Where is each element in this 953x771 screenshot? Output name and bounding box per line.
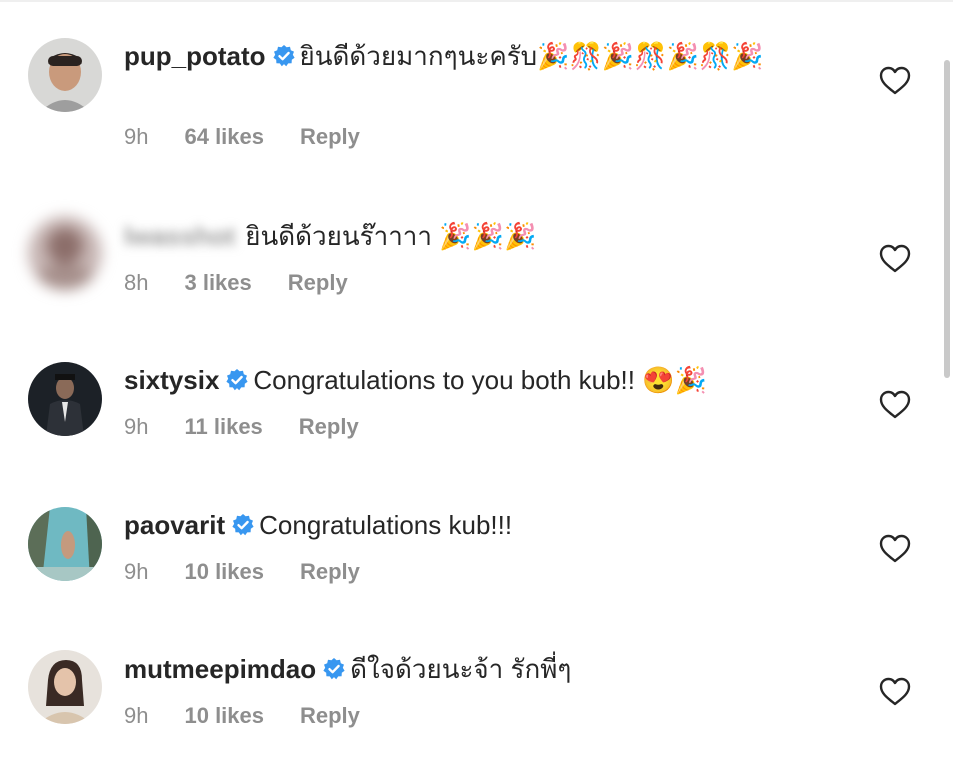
comment-username[interactable]: pup_potato (124, 41, 266, 71)
avatar[interactable] (28, 507, 102, 581)
heart-outline-icon[interactable] (879, 534, 911, 564)
comment-text: Congratulations to you both kub!! (253, 365, 635, 395)
comment-text: Congratulations kub!!! (259, 510, 513, 540)
comment-meta: 9h 11 likes Reply (124, 414, 395, 440)
comment-item: sixtysix Congratulations to you both kub!… (0, 330, 940, 475)
avatar[interactable] (28, 362, 102, 436)
comment-item: mutmeepimdao ดีใจด้วยนะจ้า รักพี่ๆ 9h 10 l… (0, 620, 940, 771)
comment-likes[interactable]: 10 likes (184, 703, 264, 728)
comment-meta: 9h 10 likes Reply (124, 559, 396, 585)
avatar[interactable] (28, 650, 102, 724)
comment-likes[interactable]: 11 likes (184, 414, 262, 439)
comment-item: pup_potato ยินดีด้วยมากๆนะครับ🎉🎊🎉🎊🎉🎊🎉 9h 6… (0, 0, 940, 170)
verified-badge-icon (322, 654, 346, 690)
comment-likes[interactable]: 64 likes (184, 124, 264, 149)
comment-time: 8h (124, 270, 149, 295)
comment-likes[interactable]: 10 likes (184, 559, 264, 584)
reply-button[interactable]: Reply (300, 703, 360, 728)
comment-time: 9h (124, 414, 149, 439)
comment-time: 9h (124, 559, 149, 584)
comment-username[interactable]: sixtysix (124, 365, 219, 395)
comment-text: ดีใจด้วยนะจ้า รักพี่ๆ (350, 654, 572, 684)
reply-button[interactable]: Reply (299, 414, 359, 439)
comment-emoji: 🎉🎊🎉🎊🎉🎊🎉 (537, 41, 764, 71)
reply-button[interactable]: Reply (300, 559, 360, 584)
heart-outline-icon[interactable] (879, 390, 911, 420)
comment-meta: 9h 64 likes Reply (124, 124, 396, 150)
comment-username[interactable]: paovarit (124, 510, 225, 540)
heart-outline-icon[interactable] (879, 677, 911, 707)
comment-text: ยินดีด้วยมากๆนะครับ (299, 41, 538, 71)
avatar[interactable] (28, 216, 102, 290)
scrollbar-thumb[interactable] (944, 60, 950, 378)
verified-badge-icon (225, 365, 249, 401)
comment-emoji: 🎉🎉🎉 (439, 221, 537, 251)
comment-time: 9h (124, 124, 149, 149)
reply-button[interactable]: Reply (288, 270, 348, 295)
comment-body: pup_potato ยินดีด้วยมากๆนะครับ🎉🎊🎉🎊🎉🎊🎉 (124, 38, 824, 77)
comment-username[interactable]: mutmeepimdao (124, 654, 316, 684)
avatar[interactable] (28, 38, 102, 112)
comment-body: paovarit Congratulations kub!!! (124, 507, 824, 546)
comment-emoji: 😍🎉 (642, 365, 707, 395)
comment-item: paovarit Congratulations kub!!! 9h 10 like… (0, 475, 940, 620)
comment-text: ยินดีด้วยนร๊าาาา (245, 221, 432, 251)
comment-body: mutmeepimdao ดีใจด้วยนะจ้า รักพี่ๆ (124, 651, 824, 690)
comment-item: lwasshot ยินดีด้วยนร๊าาาา 🎉🎉🎉 8h 3 likes Re… (0, 170, 940, 330)
comment-body: sixtysix Congratulations to you both kub!… (124, 362, 824, 401)
verified-badge-icon (272, 41, 296, 77)
heart-outline-icon[interactable] (879, 66, 911, 96)
verified-badge-icon (231, 510, 255, 546)
heart-outline-icon[interactable] (879, 244, 911, 274)
reply-button[interactable]: Reply (300, 124, 360, 149)
comment-username[interactable]: lwasshot (124, 221, 235, 251)
comment-body: lwasshot ยินดีด้วยนร๊าาาา 🎉🎉🎉 (124, 218, 824, 254)
comment-meta: 8h 3 likes Reply (124, 270, 384, 296)
comment-likes[interactable]: 3 likes (184, 270, 251, 295)
comment-time: 9h (124, 703, 149, 728)
comment-meta: 9h 10 likes Reply (124, 703, 396, 729)
